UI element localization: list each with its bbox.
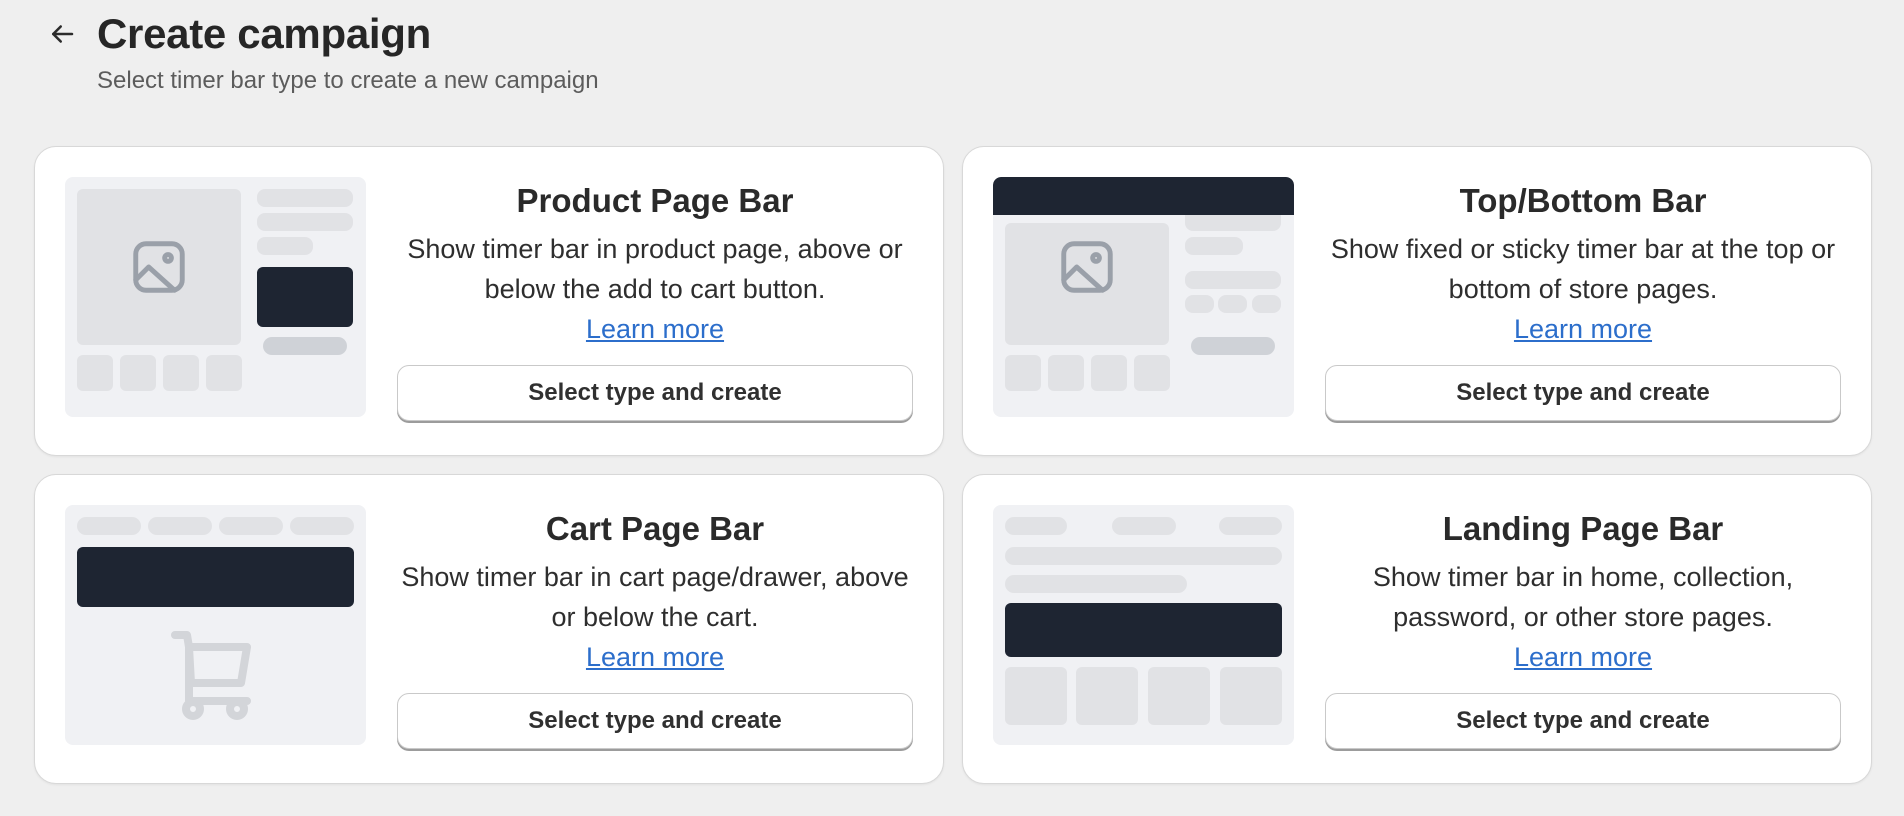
illustration-line: [1185, 237, 1243, 255]
illustration-thumbnail: [1048, 355, 1084, 391]
select-type-button[interactable]: Select type and create: [397, 365, 913, 421]
cart-page-illustration: [65, 505, 366, 745]
illustration-collection-item: [1220, 667, 1282, 725]
illustration-thumbnail: [163, 355, 199, 391]
card-cart-page-bar: Cart Page Bar Show timer bar in cart pag…: [34, 474, 944, 784]
card-content: Landing Page Bar Show timer bar in home,…: [1325, 505, 1841, 755]
illustration-line: [257, 237, 313, 255]
illustration-thumbnail: [77, 355, 113, 391]
card-top-bottom-bar: Top/Bottom Bar Show fixed or sticky time…: [962, 146, 1872, 456]
card-description: Show fixed or sticky timer bar at the to…: [1330, 234, 1836, 304]
campaign-type-grid: Product Page Bar Show timer bar in produ…: [34, 146, 1872, 784]
image-icon: [133, 241, 185, 293]
illustration-thumbnail: [1134, 355, 1170, 391]
illustration-thumbnail: [1005, 355, 1041, 391]
illustration-option: [1185, 295, 1214, 313]
illustration-line: [257, 189, 353, 207]
illustration-nav-item: [148, 517, 212, 535]
illustration-line: [1005, 575, 1187, 593]
product-page-illustration: [65, 177, 366, 417]
illustration-thumbnail: [120, 355, 156, 391]
select-type-button[interactable]: Select type and create: [1325, 693, 1841, 749]
landing-page-illustration: [993, 505, 1294, 745]
select-type-button[interactable]: Select type and create: [1325, 365, 1841, 421]
learn-more-link[interactable]: Learn more: [1514, 637, 1652, 677]
image-icon: [1061, 241, 1113, 293]
illustration-line: [257, 213, 353, 231]
illustration-thumbnail: [206, 355, 242, 391]
back-button[interactable]: [40, 12, 84, 56]
learn-more-link[interactable]: Learn more: [586, 637, 724, 677]
illustration-option: [1252, 295, 1281, 313]
page-subtitle: Select timer bar type to create a new ca…: [97, 67, 599, 94]
page-title: Create campaign: [97, 10, 431, 57]
illustration-timer-bar: [257, 267, 353, 327]
illustration-nav-item: [219, 517, 283, 535]
card-product-page-bar: Product Page Bar Show timer bar in produ…: [34, 146, 944, 456]
illustration-collection-item: [1005, 667, 1067, 725]
card-title: Cart Page Bar: [545, 510, 765, 547]
illustration-button: [263, 337, 347, 355]
illustration-line: [1185, 215, 1281, 231]
arrow-left-icon: [52, 25, 74, 43]
illustration-nav-item: [1219, 517, 1282, 535]
illustration-button: [1191, 337, 1275, 355]
illustration-collection-item: [1148, 667, 1210, 725]
select-type-button[interactable]: Select type and create: [397, 693, 913, 749]
card-landing-page-bar: Landing Page Bar Show timer bar in home,…: [962, 474, 1872, 784]
card-title: Top/Bottom Bar: [1459, 182, 1707, 219]
card-content: Product Page Bar Show timer bar in produ…: [397, 177, 913, 427]
illustration-timer-bar: [993, 177, 1294, 215]
illustration-timer-bar: [77, 547, 354, 607]
illustration-line: [1005, 547, 1282, 565]
illustration-nav-item: [77, 517, 141, 535]
illustration-collection-item: [1076, 667, 1138, 725]
card-title: Landing Page Bar: [1442, 510, 1724, 547]
page-header: Create campaign Select timer bar type to…: [0, 0, 1904, 120]
card-title: Product Page Bar: [516, 182, 794, 219]
cart-icon: [171, 631, 251, 720]
illustration-nav-item: [1112, 517, 1176, 535]
card-description: Show timer bar in home, collection, pass…: [1372, 562, 1794, 632]
card-description: Show timer bar in product page, above or…: [407, 234, 903, 304]
illustration-nav-item: [290, 517, 354, 535]
illustration-option: [1218, 295, 1247, 313]
learn-more-link[interactable]: Learn more: [1514, 309, 1652, 349]
illustration-line: [1185, 271, 1281, 289]
top-bottom-illustration: [993, 177, 1294, 417]
card-description: Show timer bar in cart page/drawer, abov…: [401, 562, 909, 632]
learn-more-link[interactable]: Learn more: [586, 309, 724, 349]
card-content: Top/Bottom Bar Show fixed or sticky time…: [1325, 177, 1841, 427]
illustration-thumbnail: [1091, 355, 1127, 391]
illustration-timer-bar: [1005, 603, 1282, 657]
card-content: Cart Page Bar Show timer bar in cart pag…: [397, 505, 913, 755]
illustration-nav-item: [1005, 517, 1067, 535]
